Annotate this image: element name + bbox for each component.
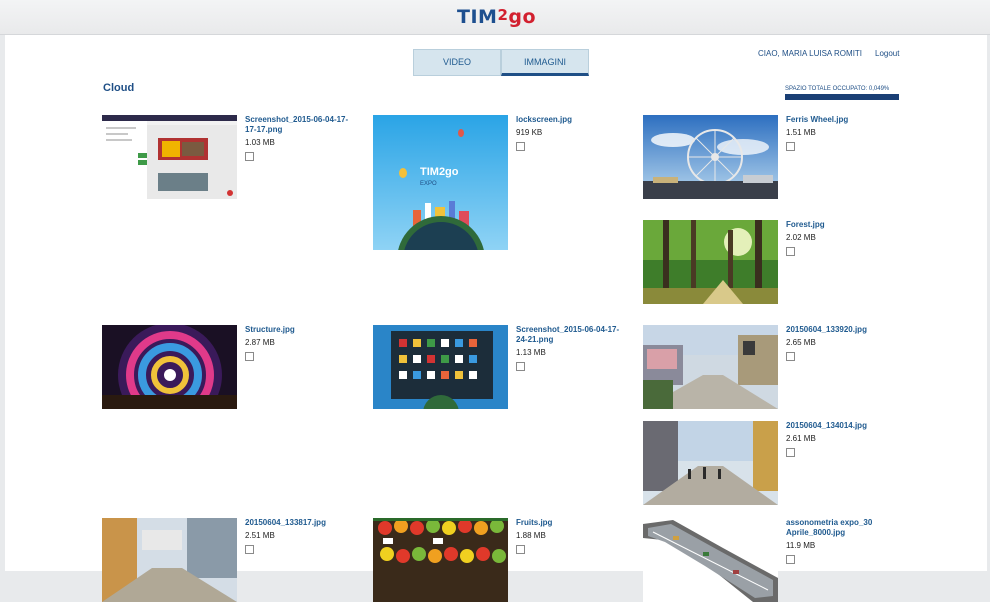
- file-name[interactable]: Forest.jpg: [786, 220, 896, 230]
- file-size: 1.03 MB: [245, 138, 350, 148]
- street-thumbnail[interactable]: [643, 421, 778, 505]
- file-name[interactable]: lockscreen.jpg: [516, 115, 626, 125]
- file-info: Forest.jpg 2.02 MB: [786, 220, 896, 256]
- main-content: VIDEO IMMAGINI CIAO, MARIA LUISA ROMITI …: [5, 35, 987, 571]
- file-info: lockscreen.jpg 919 KB: [516, 115, 626, 151]
- file-info: Screenshot_2015-06-04-17-17-17.png 1.03 …: [245, 115, 350, 161]
- file-info: 20150604_134014.jpg 2.61 MB: [786, 421, 896, 457]
- file-info: Ferris Wheel.jpg 1.51 MB: [786, 115, 896, 151]
- select-checkbox[interactable]: [786, 352, 795, 361]
- file-size: 919 KB: [516, 128, 626, 138]
- top-bar: TIM2go: [0, 0, 990, 35]
- select-checkbox[interactable]: [516, 362, 525, 371]
- tim2go-logo[interactable]: TIM2go: [457, 6, 536, 29]
- select-checkbox[interactable]: [245, 545, 254, 554]
- file-info: Structure.jpg 2.87 MB: [245, 325, 355, 361]
- select-checkbox[interactable]: [245, 152, 254, 161]
- file-info: 20150604_133817.jpg 2.51 MB: [245, 518, 355, 554]
- file-info: Fruits.jpg 1.88 MB: [516, 518, 626, 554]
- svg-text:EXPO: EXPO: [420, 181, 437, 187]
- select-checkbox[interactable]: [516, 142, 525, 151]
- file-size: 11.9 MB: [786, 541, 896, 551]
- storage-bar: [785, 94, 899, 100]
- forest-thumbnail[interactable]: [643, 220, 778, 304]
- file-size: 1.88 MB: [516, 531, 626, 541]
- select-checkbox[interactable]: [516, 545, 525, 554]
- file-size: 2.02 MB: [786, 233, 896, 243]
- file-name[interactable]: assonometria expo_30 Aprile_8000.jpg: [786, 518, 896, 538]
- select-checkbox[interactable]: [245, 352, 254, 361]
- map-thumbnail[interactable]: [643, 518, 778, 602]
- page-title: Cloud: [103, 82, 134, 94]
- storage-label: SPAZIO TOTALE OCCUPATO: 0,049%: [785, 86, 889, 92]
- structure-thumbnail[interactable]: [102, 325, 237, 409]
- file-size: 1.51 MB: [786, 128, 896, 138]
- file-size: 2.51 MB: [245, 531, 355, 541]
- file-name[interactable]: 20150604_133817.jpg: [245, 518, 355, 528]
- file-name[interactable]: Screenshot_2015-06-04-17-17-17.png: [245, 115, 350, 135]
- logo-text-two: 2: [497, 6, 508, 24]
- file-info: 20150604_133920.jpg 2.65 MB: [786, 325, 896, 361]
- select-checkbox[interactable]: [786, 247, 795, 256]
- screenshot-thumbnail[interactable]: [102, 115, 237, 199]
- street-thumbnail[interactable]: [102, 518, 237, 602]
- select-checkbox[interactable]: [786, 448, 795, 457]
- file-name[interactable]: Ferris Wheel.jpg: [786, 115, 896, 125]
- lockscreen-thumbnail[interactable]: TIM2go EXPO: [373, 115, 508, 250]
- tab-immagini[interactable]: IMMAGINI: [501, 49, 589, 76]
- screenshot-thumbnail[interactable]: [373, 325, 508, 409]
- file-name[interactable]: Screenshot_2015-06-04-17-24-21.png: [516, 325, 621, 345]
- logo-text-tim: TIM: [457, 6, 497, 28]
- select-checkbox[interactable]: [786, 555, 795, 564]
- ferris-wheel-thumbnail[interactable]: [643, 115, 778, 199]
- file-size: 2.61 MB: [786, 434, 896, 444]
- tab-video[interactable]: VIDEO: [413, 49, 501, 76]
- file-name[interactable]: 20150604_134014.jpg: [786, 421, 896, 431]
- user-greeting: CIAO, MARIA LUISA ROMITI: [758, 49, 862, 58]
- file-info: assonometria expo_30 Aprile_8000.jpg 11.…: [786, 518, 896, 564]
- logout-link[interactable]: Logout: [875, 49, 899, 58]
- file-name[interactable]: 20150604_133920.jpg: [786, 325, 896, 335]
- fruits-thumbnail[interactable]: [373, 518, 508, 602]
- file-size: 1.13 MB: [516, 348, 621, 358]
- file-size: 2.65 MB: [786, 338, 896, 348]
- select-checkbox[interactable]: [786, 142, 795, 151]
- file-size: 2.87 MB: [245, 338, 355, 348]
- file-name[interactable]: Structure.jpg: [245, 325, 355, 335]
- street-thumbnail[interactable]: [643, 325, 778, 409]
- logo-text-go: go: [508, 6, 536, 28]
- svg-text:TIM2go: TIM2go: [420, 166, 459, 178]
- file-info: Screenshot_2015-06-04-17-24-21.png 1.13 …: [516, 325, 621, 371]
- file-name[interactable]: Fruits.jpg: [516, 518, 626, 528]
